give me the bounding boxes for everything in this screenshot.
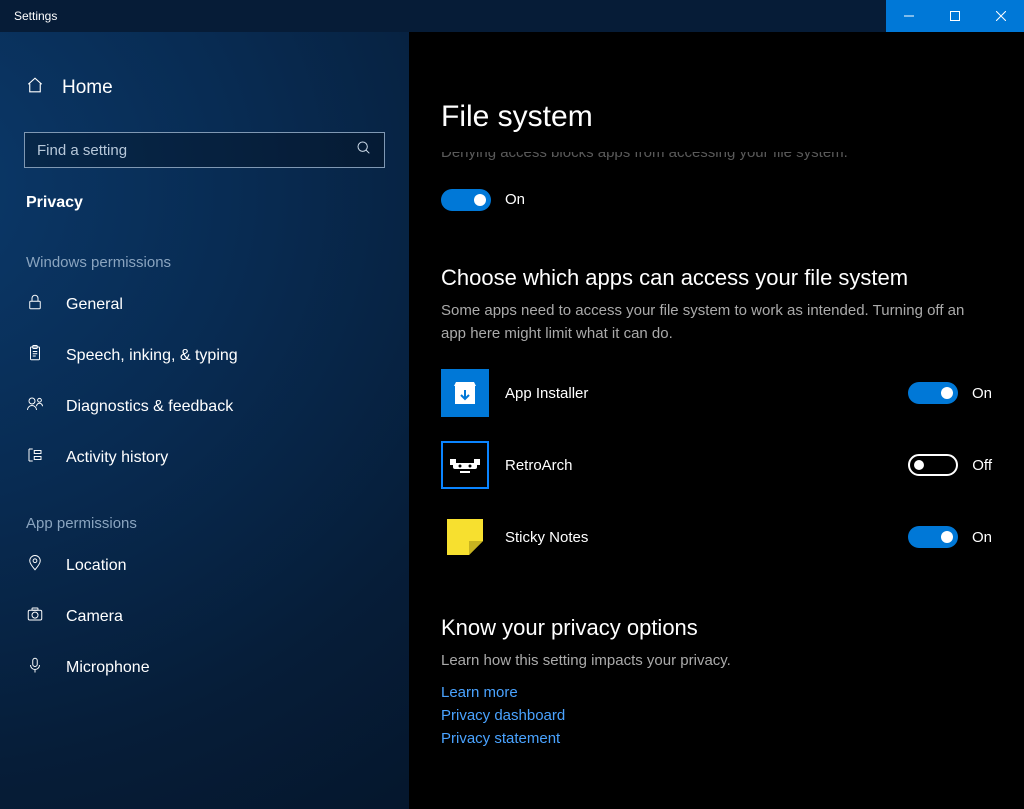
choose-apps-title: Choose which apps can access your file s… <box>441 265 992 291</box>
maximize-button[interactable] <box>932 0 978 32</box>
app-installer-icon <box>441 369 489 417</box>
window-buttons <box>886 0 1024 32</box>
app-row-retroarch: RetroArch Off <box>441 441 992 489</box>
search-box[interactable] <box>24 132 385 168</box>
link-privacy-dashboard[interactable]: Privacy dashboard <box>441 707 992 724</box>
know-privacy-title: Know your privacy options <box>441 615 992 641</box>
know-privacy-desc: Learn how this setting impacts your priv… <box>441 649 981 672</box>
location-icon <box>26 554 44 577</box>
scroll-region[interactable]: Denying access blocks apps from accessin… <box>409 138 1024 809</box>
nav-label: Speech, inking, & typing <box>66 347 238 365</box>
nav-label: General <box>66 296 123 314</box>
nav-label: Camera <box>66 608 123 626</box>
body: Home Privacy Windows permissions General… <box>0 32 1024 809</box>
window-title: Settings <box>0 9 57 23</box>
feedback-icon <box>26 395 44 418</box>
retroarch-icon <box>441 441 489 489</box>
sticky-notes-toggle[interactable] <box>908 526 958 548</box>
app-toggle-label: Off <box>972 457 992 474</box>
sidebar: Home Privacy Windows permissions General… <box>0 32 409 809</box>
search-icon <box>356 140 372 161</box>
nav-diagnostics[interactable]: Diagnostics & feedback <box>0 381 409 432</box>
nav-label: Microphone <box>66 659 150 677</box>
search-wrap <box>24 132 385 168</box>
app-name: App Installer <box>505 385 908 402</box>
lock-icon <box>26 293 44 316</box>
titlebar: Settings <box>0 0 1024 32</box>
home-label: Home <box>62 77 113 99</box>
nav-activity[interactable]: Activity history <box>0 432 409 483</box>
activity-icon <box>26 446 44 469</box>
group-windows-permissions: Windows permissions <box>0 222 409 279</box>
master-toggle-row: On <box>441 189 992 211</box>
group-app-permissions: App permissions <box>0 483 409 540</box>
app-toggle-label: On <box>972 385 992 402</box>
nav-label: Location <box>66 557 127 575</box>
close-button[interactable] <box>978 0 1024 32</box>
microphone-icon <box>26 656 44 679</box>
nav-speech[interactable]: Speech, inking, & typing <box>0 330 409 381</box>
app-row-sticky-notes: Sticky Notes On <box>441 513 992 561</box>
app-installer-toggle[interactable] <box>908 382 958 404</box>
content-header: File system <box>409 32 1024 152</box>
retroarch-toggle[interactable] <box>908 454 958 476</box>
nav-location[interactable]: Location <box>0 540 409 591</box>
nav-general[interactable]: General <box>0 279 409 330</box>
app-row-app-installer: App Installer On <box>441 369 992 417</box>
camera-icon <box>26 605 44 628</box>
home-item[interactable]: Home <box>0 62 409 114</box>
category-label: Privacy <box>0 168 409 222</box>
link-privacy-statement[interactable]: Privacy statement <box>441 730 992 747</box>
nav-camera[interactable]: Camera <box>0 591 409 642</box>
minimize-button[interactable] <box>886 0 932 32</box>
master-toggle-label: On <box>505 191 525 208</box>
app-name: Sticky Notes <box>505 529 908 546</box>
choose-apps-desc: Some apps need to access your file syste… <box>441 299 981 346</box>
content-area: File system Denying access blocks apps f… <box>409 32 1024 809</box>
app-toggle-label: On <box>972 529 992 546</box>
clipboard-icon <box>26 344 44 367</box>
nav-label: Diagnostics & feedback <box>66 398 233 416</box>
search-input[interactable] <box>37 142 356 159</box>
nav-label: Activity history <box>66 449 168 467</box>
page-title: File system <box>441 100 593 134</box>
sticky-notes-icon <box>441 513 489 561</box>
app-name: RetroArch <box>505 457 908 474</box>
link-learn-more[interactable]: Learn more <box>441 684 992 701</box>
nav-microphone[interactable]: Microphone <box>0 642 409 693</box>
settings-window: Settings Home Privacy Windows permission… <box>0 0 1024 809</box>
home-icon <box>26 76 44 100</box>
master-toggle[interactable] <box>441 189 491 211</box>
